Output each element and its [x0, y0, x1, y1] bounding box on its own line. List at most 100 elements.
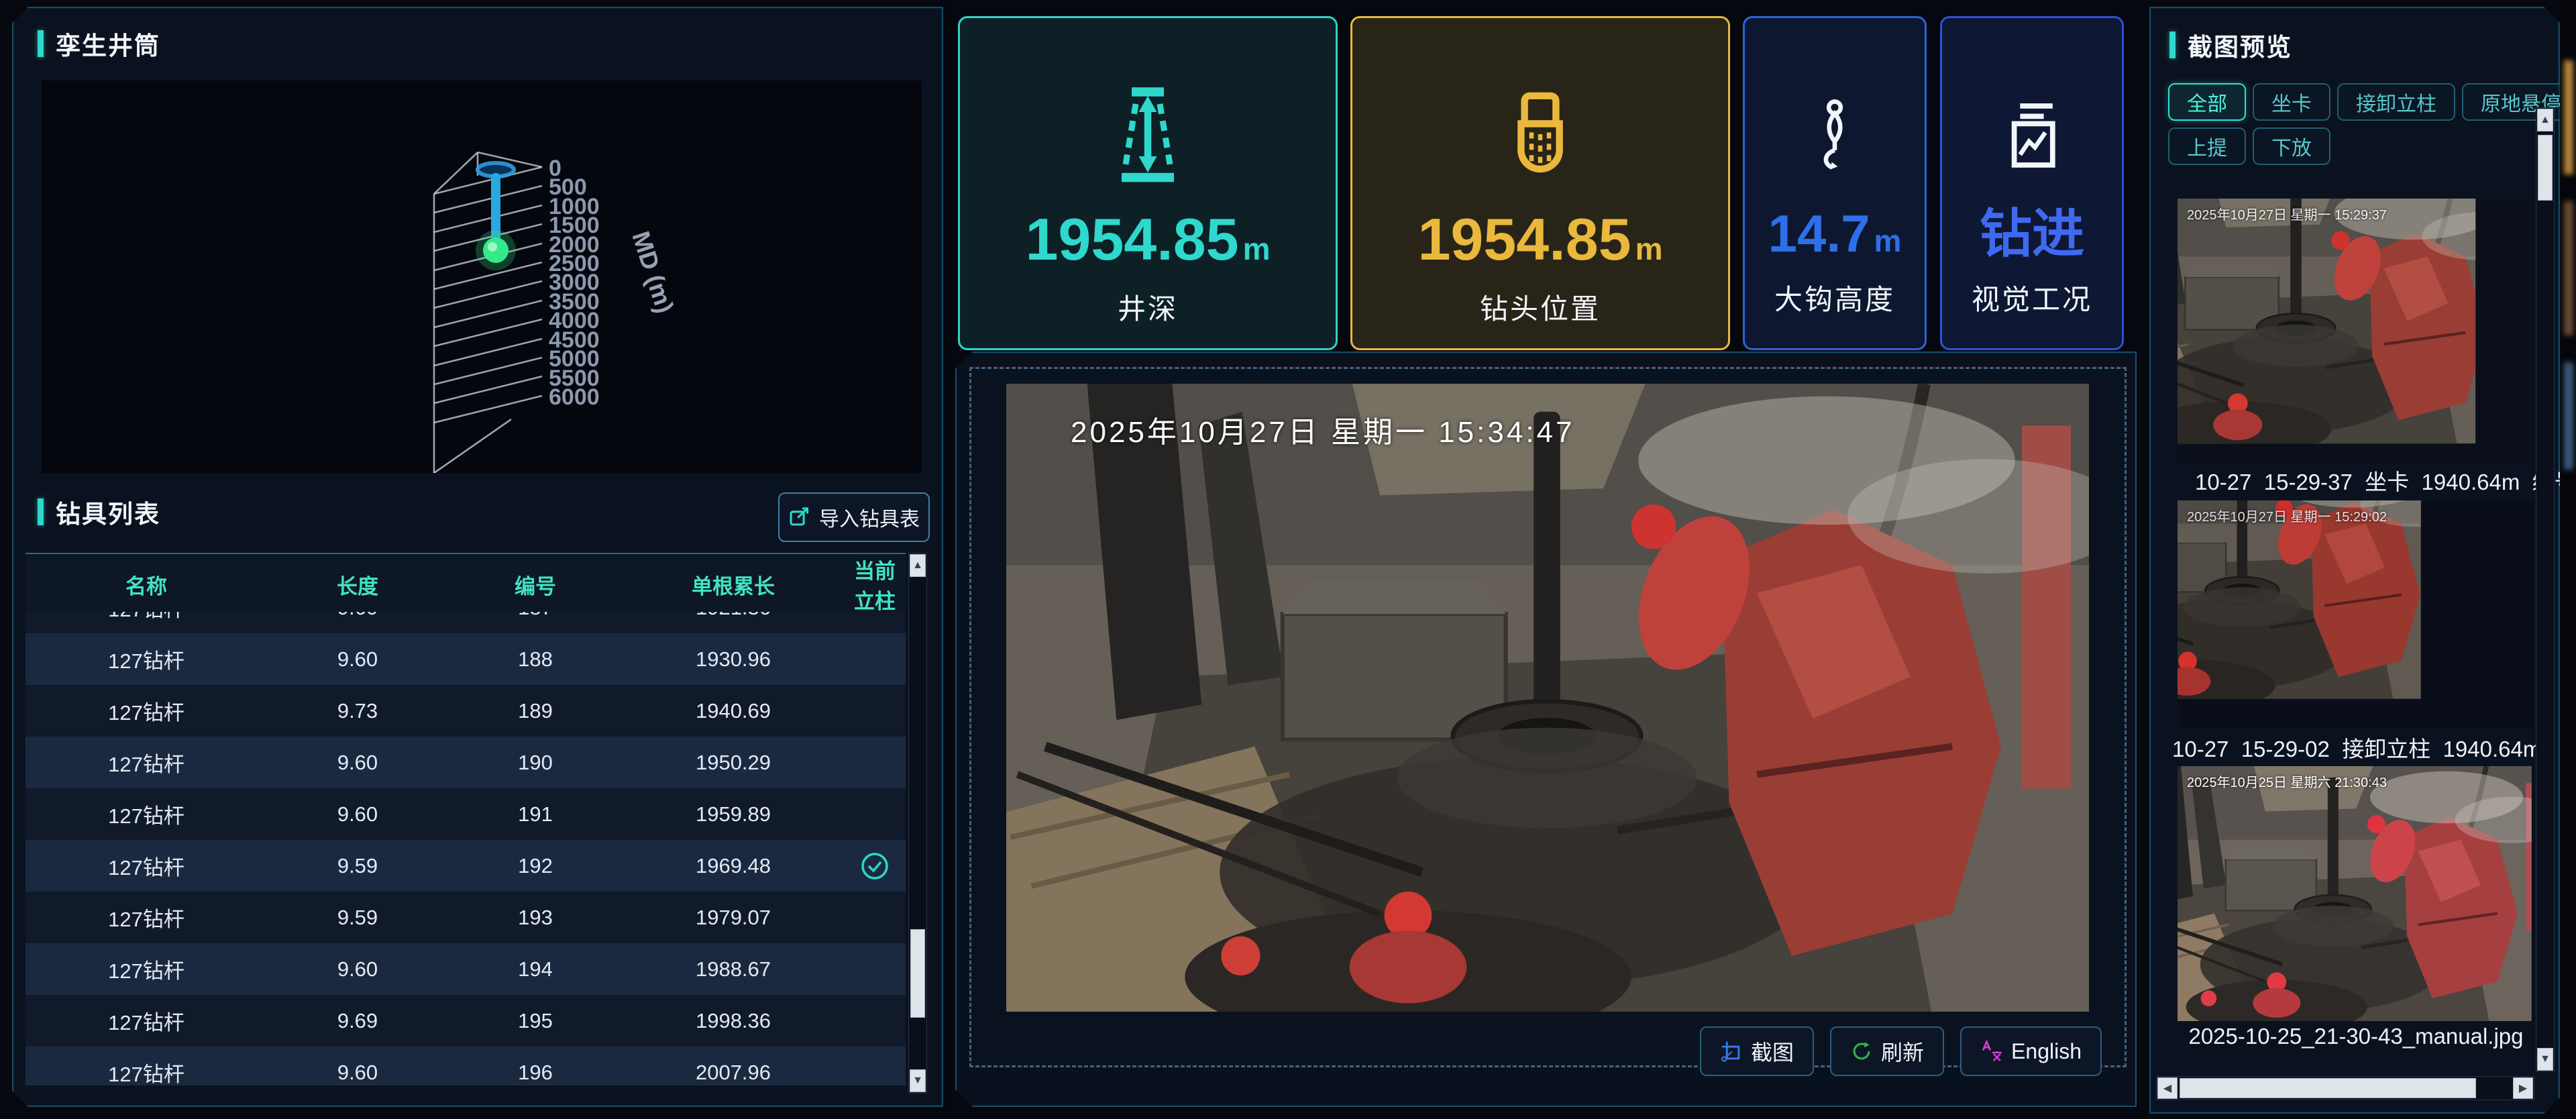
drill-table-body: 127钻杆 9.60 187 1921.36 127钻杆 9.60 188 19…	[25, 612, 906, 1085]
chip-label: 全部	[2187, 87, 2227, 117]
bit-position-unit: m	[1635, 233, 1663, 264]
screenshot-icon	[1720, 1040, 1743, 1063]
scroll-down-button[interactable]: ▼	[2537, 1048, 2553, 1071]
col-current-stand: 当前立柱	[844, 554, 906, 615]
wellbore-3d-canvas: 0 500 1000 1500 2000 2500 3000 3500 4000…	[42, 81, 922, 473]
col-name: 名称	[25, 570, 267, 600]
well-depth-icon	[1097, 70, 1198, 198]
chip-label: 坐卡	[2271, 87, 2312, 117]
hook-height-value: 14.7	[1768, 207, 1870, 260]
depth-axis-ticks: 0 500 1000 1500 2000 2500 3000 3500 4000…	[549, 156, 679, 410]
filter-chip-all[interactable]: 全部	[2168, 83, 2246, 121]
chip-label: 下放	[2271, 131, 2312, 161]
depth-axis-label: MD (m)	[627, 228, 679, 317]
table-row[interactable]: 127钻杆 9.59 193 1979.07	[25, 892, 906, 943]
table-row-current[interactable]: 127钻杆 9.59 192 1969.48	[25, 840, 906, 892]
filter-chip-connect-stand[interactable]: 接卸立柱	[2337, 83, 2455, 121]
table-scrollbar[interactable]: ▲ ▼	[908, 553, 927, 1094]
refresh-button[interactable]: 刷新	[1830, 1026, 1944, 1076]
depth-grid	[434, 152, 542, 473]
hook-height-unit: m	[1874, 225, 1901, 256]
screenshot-title-text: 截图预览	[2188, 27, 2292, 63]
table-row[interactable]: 127钻杆 9.69 195 1998.36	[25, 995, 906, 1047]
scroll-up-button[interactable]: ▲	[910, 554, 926, 577]
language-button-label: English	[2011, 1039, 2082, 1064]
report-icon	[1995, 76, 2069, 195]
import-button-label: 导入钻具表	[819, 502, 920, 532]
filter-chip-hoist-up[interactable]: 上提	[2168, 127, 2246, 165]
import-drill-list-button[interactable]: 导入钻具表	[778, 492, 930, 542]
video-panel: 2025年10月27日 星期一 15:34:47 截图	[955, 352, 2137, 1107]
bit-position-value: 1954.85	[1417, 210, 1631, 269]
hook-icon	[1798, 76, 1872, 195]
current-stand-check-icon	[860, 851, 890, 881]
thumbnail-timestamp-overlay: 2025年10月25日 星期六 21:30:43	[2187, 771, 2387, 791]
wellbore-title-text: 孪生井筒	[56, 25, 160, 62]
screenshot-button-label: 截图	[1751, 1036, 1794, 1067]
video-scene	[1006, 384, 2089, 1012]
language-toggle-button[interactable]: English	[1960, 1026, 2102, 1076]
wellbore-3d-view[interactable]: 0 500 1000 1500 2000 2500 3000 3500 4000…	[42, 81, 922, 473]
scroll-down-button[interactable]: ▼	[910, 1069, 926, 1092]
clipped-edge-content	[2560, 0, 2576, 1119]
filter-chip-lower-down[interactable]: 下放	[2253, 127, 2330, 165]
scroll-right-button[interactable]: ▶	[2513, 1077, 2533, 1099]
visual-condition-label: 视觉工况	[1972, 277, 2092, 318]
col-length: 长度	[267, 570, 448, 600]
table-row[interactable]: 127钻杆 9.60 190 1950.29	[25, 737, 906, 788]
thumbnail-caption: 10-27_15-29-37_坐卡_1940.64m_编号_1	[2155, 464, 2575, 492]
video-dashed-frame: 2025年10月27日 星期一 15:34:47	[969, 367, 2127, 1067]
thumbnail-caption: 2025-10-25_21-30-43_manual.jpg	[2178, 1024, 2534, 1052]
screenshot-thumbnail[interactable]: 2025年10月27日 星期一 15:29:02	[2178, 500, 2534, 729]
refresh-button-label: 刷新	[1881, 1036, 1924, 1067]
wellbore-string	[476, 163, 516, 270]
table-row[interactable]: 127钻杆 9.60 187 1921.36	[25, 612, 906, 633]
screenshot-button[interactable]: 截图	[1700, 1026, 1814, 1076]
stat-card-well-depth[interactable]: 1954.85 m 井深	[958, 16, 1338, 350]
screenshot-thumbnail[interactable]: 2025年10月27日 星期一 15:29:37	[2178, 199, 2534, 462]
title-accent-bar	[38, 30, 44, 57]
stat-card-visual-condition[interactable]: 钻进 视觉工况	[1940, 16, 2124, 350]
chip-label: 上提	[2187, 131, 2227, 161]
well-depth-value: 1954.85	[1025, 210, 1238, 269]
col-cumulative: 单根累长	[623, 570, 844, 600]
left-panel: 孪生井筒	[12, 7, 943, 1107]
table-row[interactable]: 127钻杆 9.73 189 1940.69	[25, 685, 906, 737]
scrollbar-thumb[interactable]	[2538, 135, 2553, 201]
drill-list-title-text: 钻具列表	[56, 494, 160, 530]
wellbore-panel-title: 孪生井筒	[38, 25, 160, 62]
table-row[interactable]: 127钻杆 9.60 196 2007.96	[25, 1047, 906, 1085]
scroll-up-button[interactable]: ▲	[2537, 109, 2553, 131]
scrollbar-thumb[interactable]	[2180, 1078, 2476, 1098]
stat-card-hook-height[interactable]: 14.7 m 大钩高度	[1743, 16, 1927, 350]
title-accent-bar	[2169, 32, 2176, 58]
translate-icon	[1980, 1040, 2003, 1063]
drill-list-title: 钻具列表	[38, 494, 160, 530]
thumbnail-timestamp-overlay: 2025年10月27日 星期一 15:29:37	[2187, 204, 2387, 223]
preview-vertical-scrollbar[interactable]: ▲ ▼	[2536, 107, 2555, 1072]
video-action-buttons: 截图 刷新 English	[1700, 1026, 2102, 1076]
screenshot-thumbnail[interactable]: 2025年10月25日 星期六 21:30:43	[2178, 766, 2534, 1021]
filter-chip-hover-in-place[interactable]: 原地悬停	[2462, 83, 2576, 121]
stat-card-bit-position[interactable]: 1954.85 m 钻头位置	[1350, 16, 1730, 350]
scroll-left-button[interactable]: ◀	[2157, 1077, 2178, 1099]
well-depth-label: 井深	[1118, 286, 1178, 327]
table-row[interactable]: 127钻杆 9.60 191 1959.89	[25, 788, 906, 840]
table-row[interactable]: 127钻杆 9.60 188 1930.96	[25, 633, 906, 685]
col-number: 编号	[448, 570, 623, 600]
screenshot-panel-title: 截图预览	[2169, 27, 2292, 63]
hook-height-label: 大钩高度	[1774, 277, 1895, 318]
import-icon	[788, 506, 811, 529]
filter-chip-seat-clamp[interactable]: 坐卡	[2253, 83, 2330, 121]
scrollbar-thumb[interactable]	[910, 929, 925, 1018]
screenshot-preview-panel: 截图预览 全部 坐卡 接卸立柱 原地悬停 上提 下放 2025年10月27日 星…	[2149, 7, 2560, 1114]
preview-horizontal-scrollbar[interactable]: ◀ ▶	[2156, 1076, 2534, 1100]
thumbnail-timestamp-overlay: 2025年10月27日 星期一 15:29:02	[2187, 506, 2387, 525]
dashboard-root: 孪生井筒	[0, 0, 2576, 1119]
table-row[interactable]: 127钻杆 9.60 194 1988.67	[25, 943, 906, 995]
live-video-feed[interactable]: 2025年10月27日 星期一 15:34:47	[1006, 384, 2089, 1012]
svg-text:6000: 6000	[549, 384, 600, 410]
bit-position-label: 钻头位置	[1480, 286, 1601, 327]
drill-table-header: 名称 长度 编号 单根累长 当前立柱	[25, 553, 906, 613]
drill-bit-icon	[1497, 70, 1584, 198]
